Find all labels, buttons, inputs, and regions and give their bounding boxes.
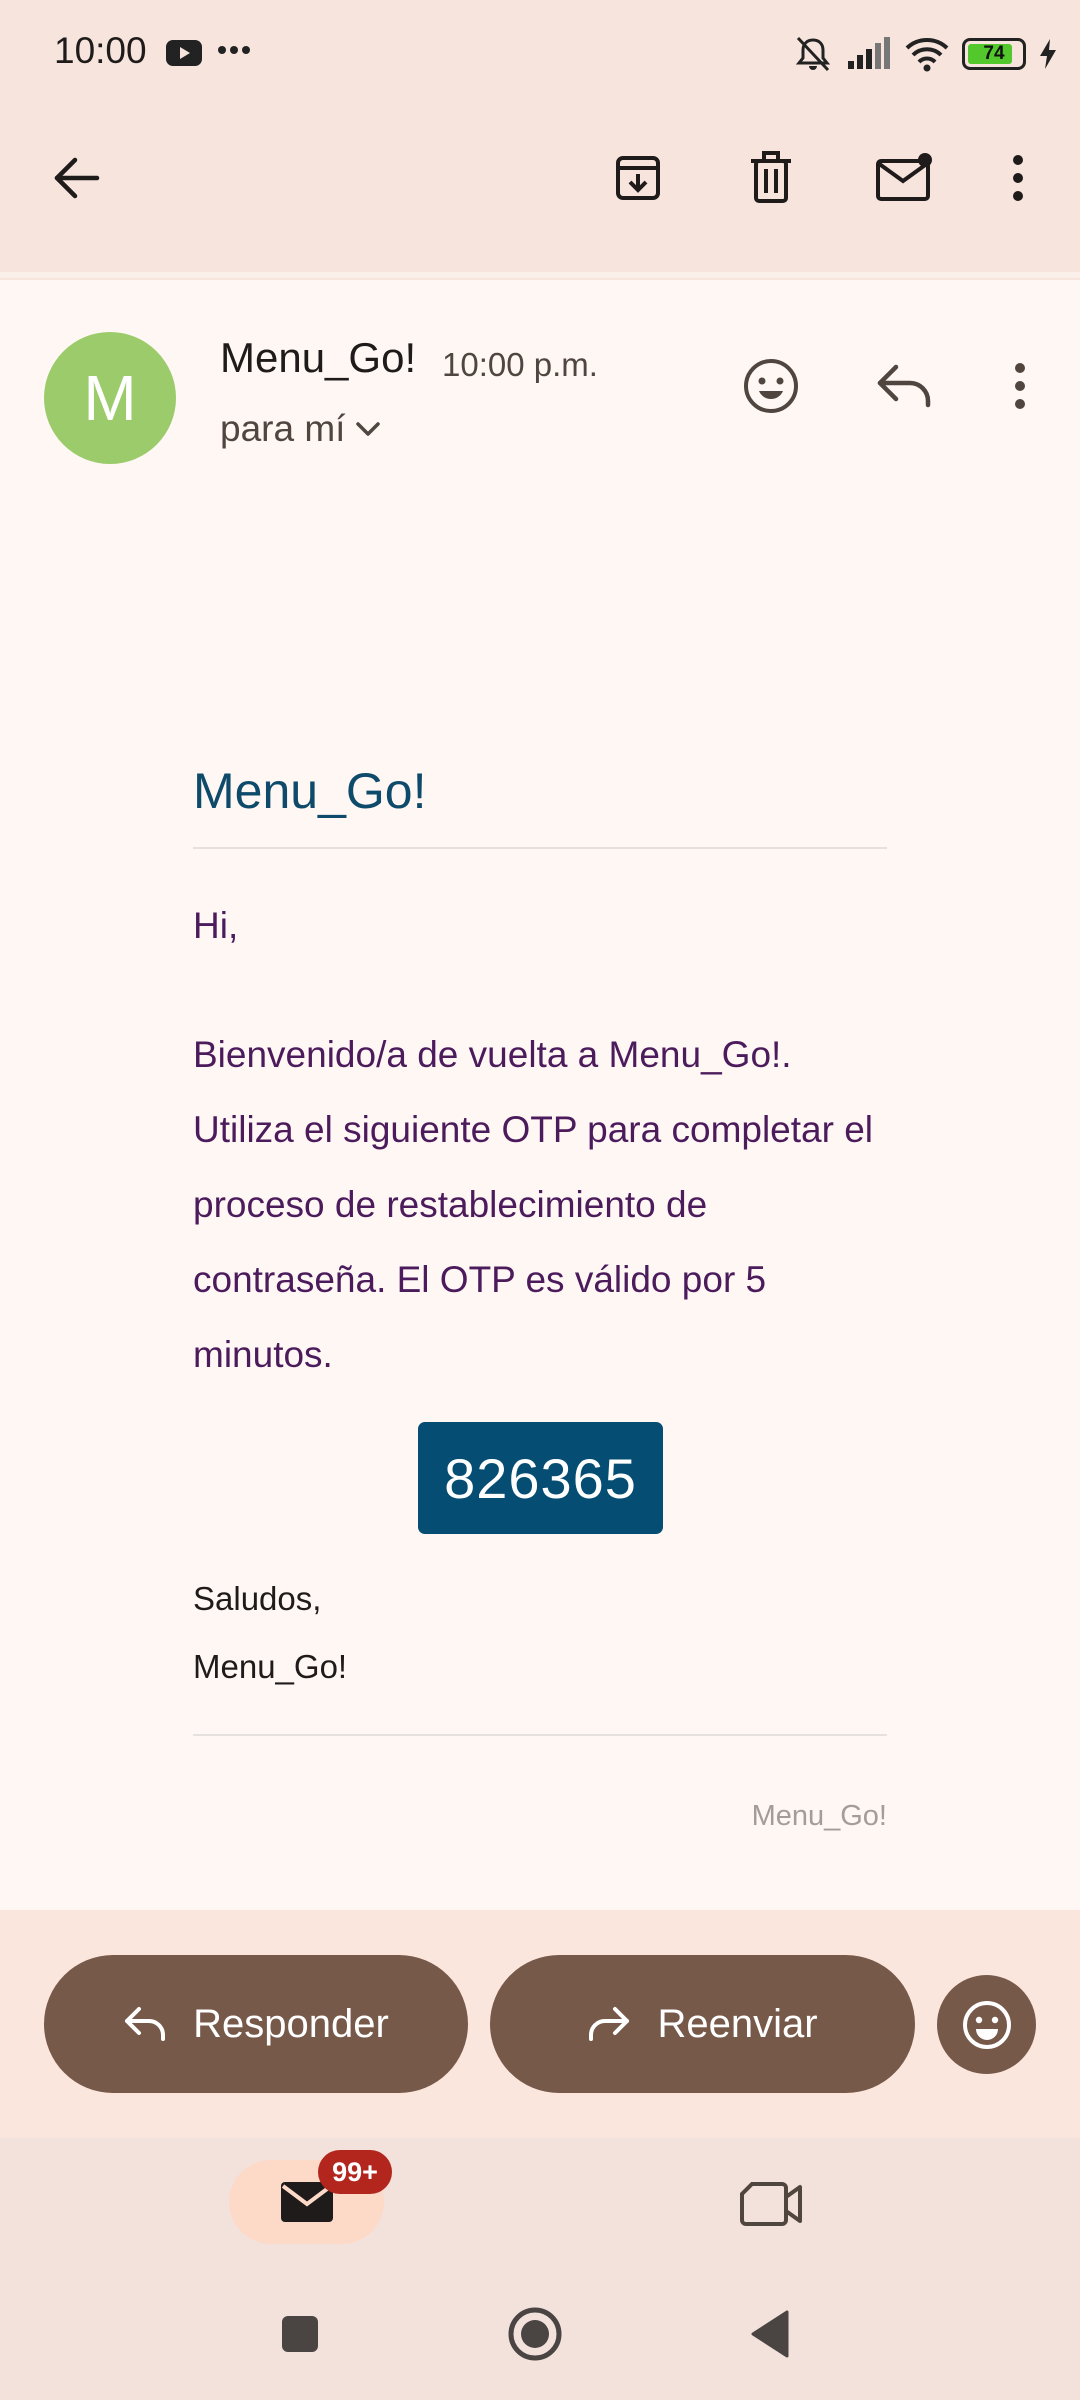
email-more-button[interactable] [982,348,1058,424]
message-text: Bienvenido/a de vuelta a Menu_Go!. Utili… [193,1034,874,1375]
forward-icon [589,2007,630,2041]
add-reaction-button[interactable] [733,348,809,424]
recents-icon [282,2316,318,2352]
back-triangle-icon [751,2310,789,2358]
reply-pill-button[interactable]: Responder [44,1955,468,2093]
more-vert-icon [1015,363,1025,409]
recipient-details[interactable]: para mí [220,408,381,450]
add-reaction-icon [962,2000,1011,2049]
header-divider [0,272,1080,278]
avatar[interactable]: M [44,332,176,464]
recipient-label: para mí [220,408,346,449]
divider [193,1734,887,1736]
status-icons: 74 [792,30,1058,78]
reply-icon [877,364,931,408]
archive-button[interactable] [600,140,676,216]
back-nav-button[interactable] [732,2296,808,2372]
mail-badge: 99+ [318,2150,392,2194]
more-options-button[interactable] [980,140,1056,216]
delete-button[interactable] [733,140,809,216]
home-icon [508,2307,562,2361]
wifi-icon [904,36,950,72]
back-arrow-icon [54,157,100,199]
chevron-down-icon [356,422,381,436]
sent-time: 10:00 p.m. [442,346,598,383]
charging-icon [1038,38,1058,70]
react-button[interactable] [937,1975,1036,2074]
divider [193,847,887,849]
signoff: Saludos, [193,1580,322,1617]
muted-icon [792,34,834,74]
mark-unread-button[interactable] [866,140,942,216]
tab-meet[interactable] [733,2166,809,2242]
status-time: 10:00 [54,30,147,71]
reply-icon [125,2007,166,2041]
back-button[interactable] [38,140,114,216]
reply-button[interactable] [866,348,942,424]
archive-icon [616,156,660,200]
battery-level: 74 [983,43,1005,64]
more-notifications-icon [217,40,251,60]
footer-brand: Menu_Go! [751,1800,887,1832]
add-reaction-icon [744,359,798,413]
meet-video-icon [740,2182,802,2226]
otp-code[interactable]: 826365 [418,1422,663,1534]
email-brand-title: Menu_Go! [193,763,427,819]
top-app-bar [0,100,1080,270]
signal-icon [846,37,892,71]
reply-label: Responder [193,2001,389,2046]
forward-label: Reenviar [657,2001,818,2046]
delete-icon [751,151,791,203]
sender-name[interactable]: Menu_Go! [220,334,416,382]
greeting: Hi, [193,905,239,946]
signature: Menu_Go! [193,1648,348,1685]
youtube-icon [165,38,203,68]
forward-pill-button[interactable]: Reenviar [490,1955,915,2093]
recents-button[interactable] [262,2296,338,2372]
mark-unread-icon [876,153,932,201]
more-vert-icon [1013,155,1023,201]
home-button[interactable] [497,2296,573,2372]
battery-icon: 74 [962,38,1026,70]
bottom-navigation [0,2138,1080,2278]
